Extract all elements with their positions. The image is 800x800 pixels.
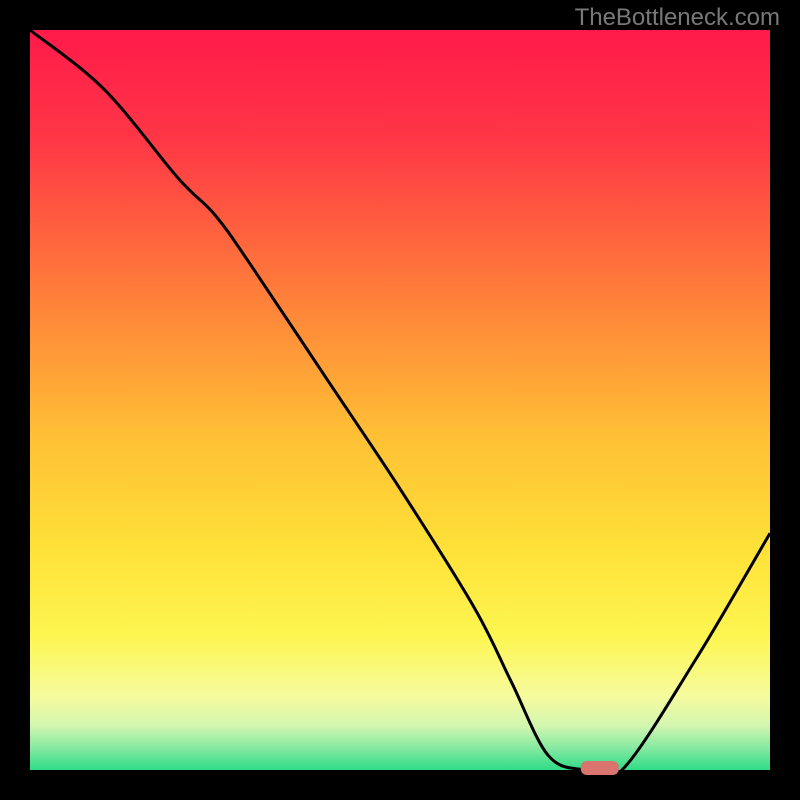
chart-container: TheBottleneck.com <box>0 0 800 800</box>
plot-background <box>30 30 770 770</box>
bottleneck-chart <box>0 0 800 800</box>
optimal-point-marker <box>581 761 619 775</box>
watermark-text: TheBottleneck.com <box>575 4 780 32</box>
